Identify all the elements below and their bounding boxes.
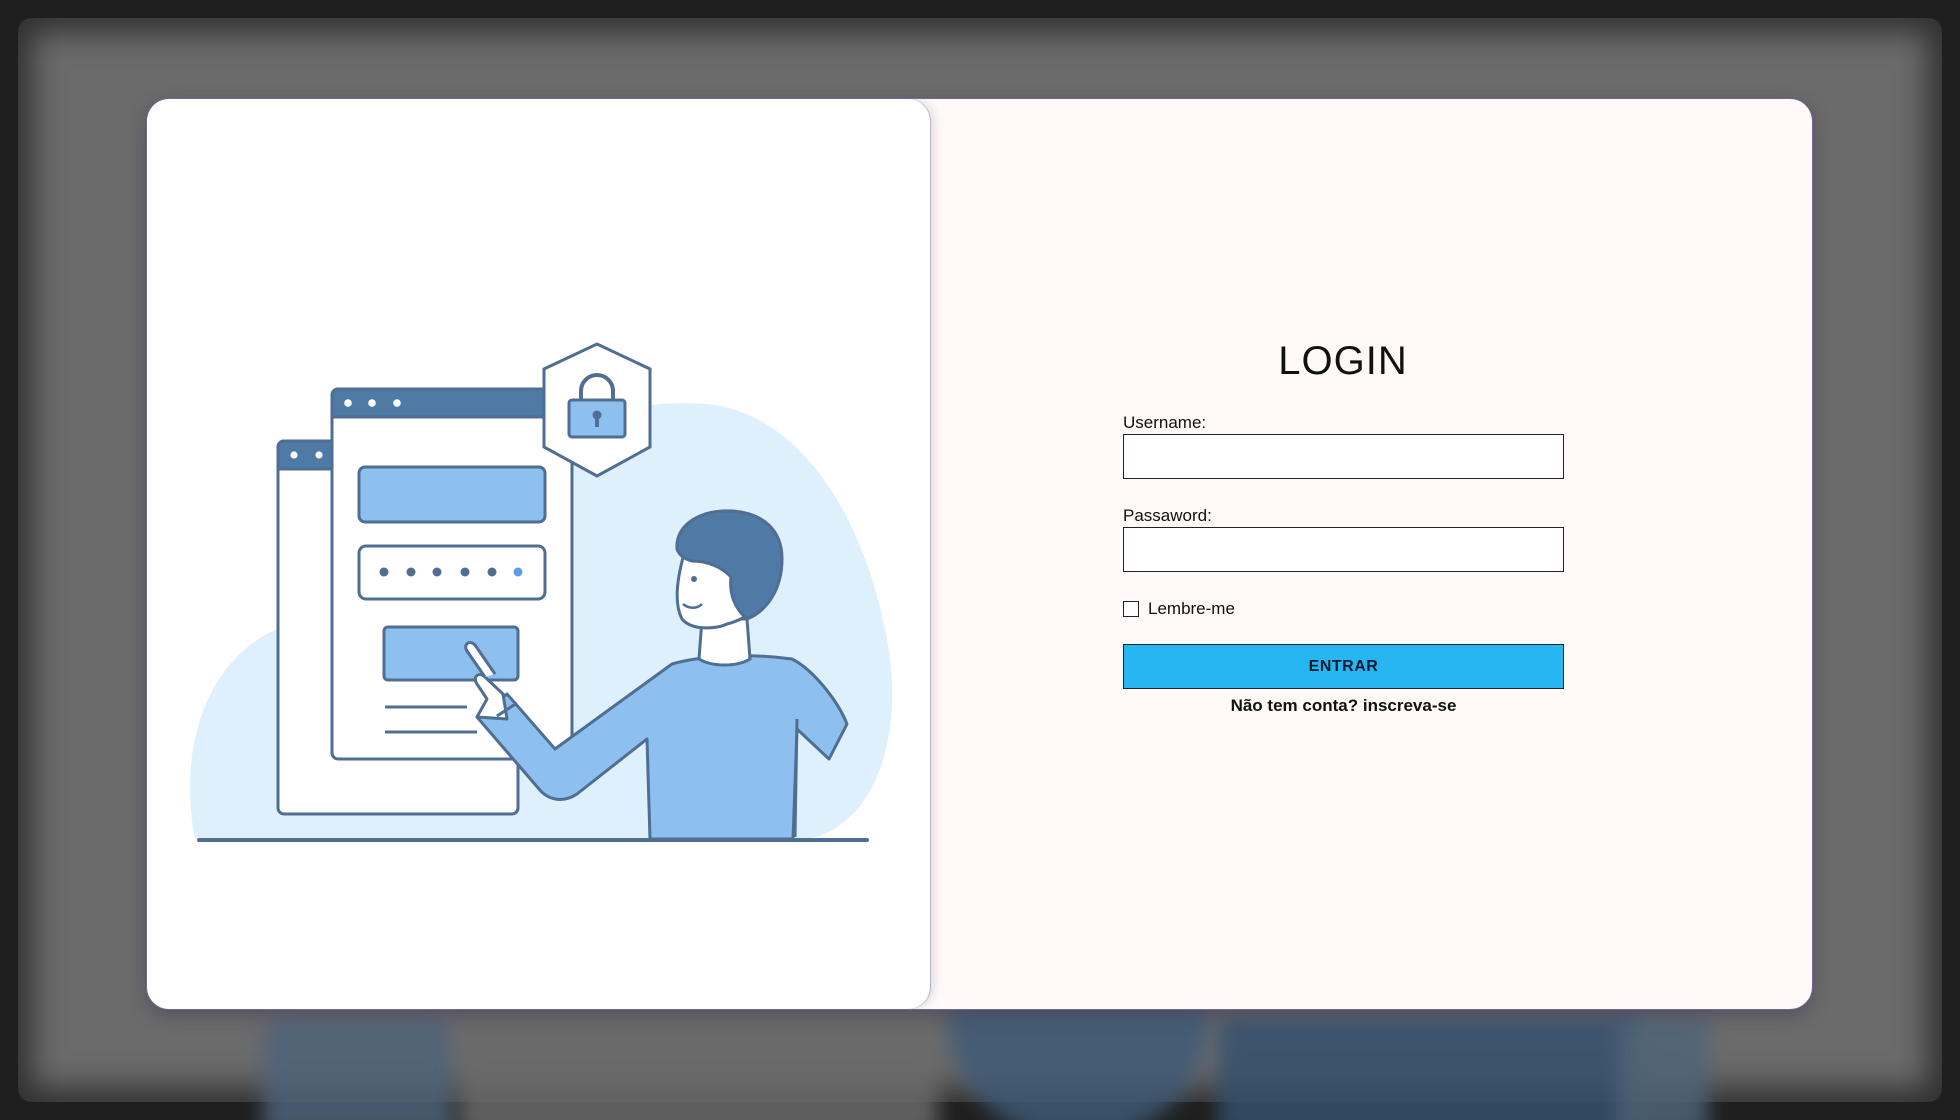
signup-prompt: Não tem conta? inscreva-se [1123, 696, 1564, 716]
login-card: LOGIN Username: Passaword: Lembre-me ENT… [147, 99, 1812, 1009]
background-blur-shape [458, 1018, 938, 1120]
signup-text: Não tem conta? [1230, 696, 1359, 715]
background-blur-shape [1218, 1018, 1638, 1120]
lock-shield-icon [542, 342, 652, 478]
background-blur-shape [948, 1008, 1208, 1120]
username-input[interactable] [1123, 434, 1564, 479]
background-blur-shape [263, 1018, 453, 1120]
background-blur-shape [1618, 1018, 1708, 1120]
page-title: LOGIN [1278, 339, 1408, 383]
remember-me-label: Lembre-me [1148, 599, 1235, 618]
illustration-panel [147, 99, 930, 1009]
password-label: Passaword: [1123, 506, 1212, 525]
username-label: Username: [1123, 413, 1207, 432]
remember-me[interactable]: Lembre-me [1123, 598, 1235, 620]
login-illustration [189, 342, 893, 842]
signup-link[interactable]: inscreva-se [1363, 696, 1457, 715]
remember-me-checkbox[interactable] [1123, 601, 1139, 617]
login-form-window [330, 387, 574, 761]
login-button[interactable]: ENTRAR [1123, 644, 1564, 689]
login-form: Username: Passaword: Lembre-me ENTRAR Nã… [1123, 412, 1564, 715]
login-panel: LOGIN Username: Passaword: Lembre-me ENT… [930, 99, 1812, 1009]
password-input[interactable] [1123, 527, 1564, 572]
